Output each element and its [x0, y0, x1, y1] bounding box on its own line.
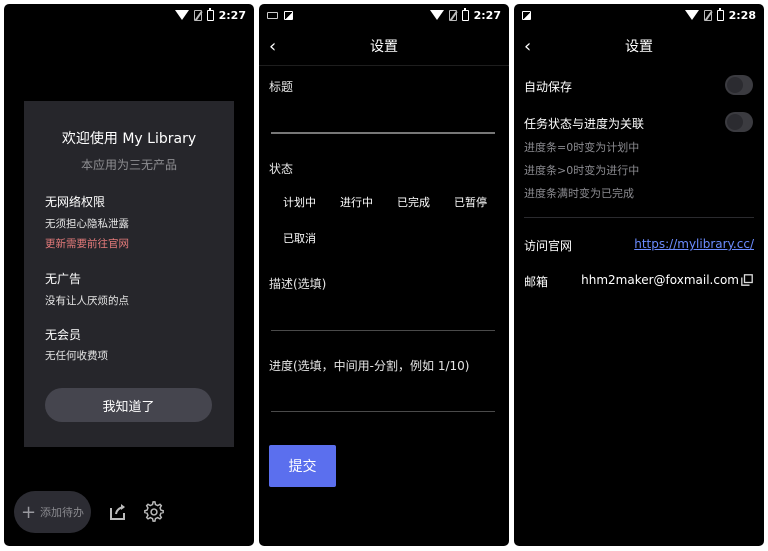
share-icon[interactable]: [108, 502, 128, 522]
update-note: 更新需要前往官网: [45, 238, 129, 250]
title-input[interactable]: [271, 132, 495, 134]
auto-save-toggle[interactable]: [725, 75, 753, 95]
status-bar: 2:27: [4, 4, 254, 26]
no-sim-icon: [703, 9, 712, 21]
phone-screen-settings: 2:28 ‹ 设置 自动保存 任务状态与进度为关联 进度条=0时变为计划中 进度…: [514, 4, 764, 546]
title-label: 标题: [269, 80, 294, 94]
feature-heading: 无广告: [45, 272, 82, 286]
submit-button[interactable]: 提交: [269, 445, 336, 487]
rule-text: 进度条满时变为已完成: [524, 187, 634, 200]
wifi-icon: [174, 10, 189, 20]
website-label: 访问官网: [524, 239, 573, 253]
link-progress-toggle[interactable]: [725, 112, 753, 132]
phone-screen-welcome: 2:27 欢迎使用 My Library 本应用为三无产品 无网络权限 无须担心…: [4, 4, 254, 546]
add-todo-button[interactable]: + 添加待办: [14, 491, 91, 533]
dialog-subtitle: 本应用为三无产品: [80, 158, 177, 172]
feature-heading: 无网络权限: [45, 195, 106, 209]
battery-icon: [461, 7, 469, 21]
ok-button[interactable]: 我知道了: [45, 388, 212, 422]
link-progress-label: 任务状态与进度为关联: [524, 117, 645, 131]
wifi-icon: [429, 10, 444, 20]
feature-heading: 无会员: [45, 328, 82, 342]
top-bar: ‹ 设置: [514, 26, 764, 66]
status-label: 状态: [269, 162, 294, 176]
feature-desc: 无任何收费项: [45, 350, 108, 362]
image-icon: [284, 10, 293, 20]
status-time: 2:27: [218, 8, 246, 22]
status-option-in-progress[interactable]: 进行中: [340, 194, 373, 210]
no-sim-icon: [448, 9, 457, 21]
image-icon: [522, 10, 531, 20]
divider: [259, 65, 509, 66]
add-todo-label: 添加待办: [40, 506, 85, 519]
status-option-cancelled[interactable]: 已取消: [283, 230, 316, 246]
keyboard-icon: [267, 11, 278, 19]
divider: [524, 217, 754, 218]
status-bar: 2:28: [514, 4, 764, 26]
email-value: hhm2maker@foxmail.com: [581, 273, 739, 287]
page-title: 设置: [625, 39, 653, 55]
email-label: 邮箱: [524, 275, 549, 289]
feature-desc: 没有让人厌烦的点: [45, 295, 129, 307]
progress-label: 进度(选填，中间用-分割，例如 1/10): [269, 359, 470, 373]
gear-icon[interactable]: [143, 501, 165, 523]
plus-icon: +: [20, 501, 37, 523]
no-sim-icon: [193, 9, 202, 21]
page-title: 设置: [370, 39, 398, 55]
auto-save-label: 自动保存: [524, 80, 573, 94]
phone-screen-form: 2:27 ‹ 设置 标题 状态 计划中 进行中 已完成 已暂停 已取消 描述(选…: [259, 4, 509, 546]
welcome-dialog: 欢迎使用 My Library 本应用为三无产品 无网络权限 无须担心隐私泄露 …: [24, 101, 234, 447]
status-option-paused[interactable]: 已暂停: [454, 194, 487, 210]
description-label: 描述(选填): [269, 277, 327, 291]
wifi-icon: [684, 10, 699, 20]
battery-icon: [716, 7, 724, 21]
status-time: 2:28: [728, 8, 756, 22]
feature-desc: 无须担心隐私泄露: [45, 218, 129, 230]
top-bar: ‹ 设置: [259, 26, 509, 66]
back-arrow-icon[interactable]: ‹: [269, 36, 276, 57]
rule-text: 进度条>0时变为进行中: [524, 164, 640, 177]
status-bar: 2:27: [259, 4, 509, 26]
website-link[interactable]: https://mylibrary.cc/: [634, 237, 754, 251]
status-time: 2:27: [473, 8, 501, 22]
back-arrow-icon[interactable]: ‹: [524, 36, 531, 57]
battery-icon: [206, 7, 214, 21]
description-input[interactable]: [271, 330, 495, 331]
status-option-planned[interactable]: 计划中: [283, 194, 316, 210]
rule-text: 进度条=0时变为计划中: [524, 141, 640, 154]
status-option-done[interactable]: 已完成: [397, 194, 430, 210]
progress-input[interactable]: [271, 411, 495, 412]
copy-icon[interactable]: [741, 274, 753, 286]
dialog-title: 欢迎使用 My Library: [61, 131, 197, 147]
